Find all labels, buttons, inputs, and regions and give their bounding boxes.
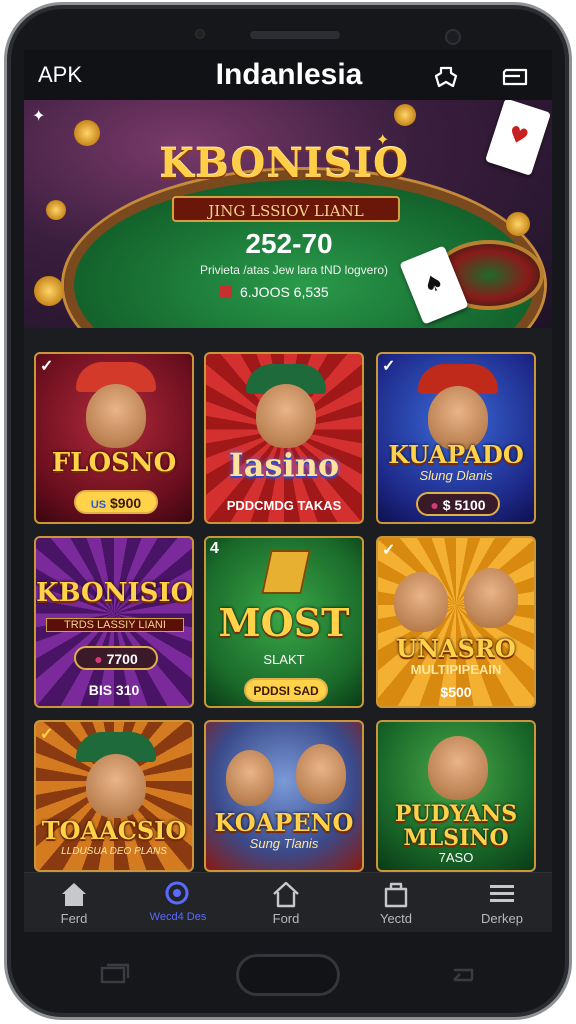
playing-card-art: ♥ xyxy=(484,100,552,176)
banner-number: 252-70 xyxy=(245,228,333,259)
banner-subtitle: Privieta /atas Jew lara tND logvero) xyxy=(199,263,389,277)
checkmark-icon: ✓ xyxy=(40,358,54,375)
home-outline-icon xyxy=(273,881,299,908)
recent-apps-icon xyxy=(100,963,130,984)
game-ribbon: LLDUSUA DEO PLANS xyxy=(61,846,167,857)
home-icon xyxy=(62,883,86,906)
checkmark-icon: ✓ xyxy=(382,358,396,375)
currency-icon: US xyxy=(90,499,107,511)
nav-bag[interactable]: Yectd xyxy=(346,873,446,932)
back-icon xyxy=(453,968,474,982)
game-tile[interactable]: ✓ KUAPADO Slung Dlanis ● $ 5100 xyxy=(376,352,536,524)
play-button[interactable]: ● 7700 xyxy=(74,646,158,670)
earpiece xyxy=(250,31,340,39)
nav-label: Ford xyxy=(272,911,300,926)
chip-art xyxy=(34,276,64,306)
wallet-icon[interactable] xyxy=(500,64,528,90)
flag-art xyxy=(261,550,311,594)
character-art xyxy=(296,744,346,804)
back-button[interactable] xyxy=(444,962,478,991)
game-tile[interactable]: ✓ TOAACSIO LLDUSUA DEO PLANS xyxy=(34,720,194,872)
game-tile[interactable]: KOAPENO Sung Tlanis xyxy=(204,720,364,872)
gem-icon: ● xyxy=(94,651,103,667)
nav-search[interactable]: Wecd4 Des xyxy=(128,873,228,932)
bottom-nav: Ferd Wecd4 Des Ford Yectd Derkep xyxy=(24,872,552,932)
front-camera xyxy=(445,29,461,45)
character-art xyxy=(226,750,274,806)
gem-icon: ● xyxy=(430,497,439,513)
play-button[interactable]: ● $ 5100 xyxy=(416,492,500,516)
checkmark-icon: ✓ xyxy=(382,542,396,559)
play-button-label: 7700 xyxy=(106,651,138,667)
game-title: UNASRO xyxy=(396,634,516,663)
game-title: FLOSNO xyxy=(51,448,177,478)
recent-apps-button[interactable] xyxy=(98,962,132,991)
game-title: Iasino xyxy=(228,446,340,484)
game-footer: BIS 310 xyxy=(88,682,140,698)
character-art xyxy=(86,384,146,448)
play-button[interactable]: US $900 xyxy=(74,490,158,514)
nav-home-outline[interactable]: Ford xyxy=(236,873,336,932)
nav-home[interactable]: Ferd xyxy=(24,873,124,932)
play-button-label: $900 xyxy=(110,495,142,511)
game-subtitle: Sung Tlanis xyxy=(249,836,319,851)
game-ribbon: MULTIPIPEAIN xyxy=(410,662,502,677)
notification-icon[interactable] xyxy=(432,64,460,90)
chip-art xyxy=(394,104,416,126)
menu-icon xyxy=(490,885,514,902)
promo-banner[interactable]: ♥ ♠ ✦ ✦ KBONISIO JING LSSIOV LIANL 252-7… xyxy=(24,100,552,328)
search-icon xyxy=(165,881,189,905)
character-art xyxy=(86,754,146,818)
chip-art xyxy=(74,120,100,146)
game-footer: PDDCMDG TAKAS xyxy=(226,498,342,513)
chip-art xyxy=(46,200,66,220)
character-art xyxy=(428,736,488,800)
nav-label: Wecd4 Des xyxy=(149,911,207,923)
nav-label: Derkep xyxy=(481,911,523,926)
banner-footer: 6.JOOS 6,535 xyxy=(220,284,329,300)
nav-label: Ferd xyxy=(60,911,88,926)
game-subtitle: Slung Dlanis xyxy=(419,468,493,483)
character-art xyxy=(464,568,518,628)
game-title: TOAACSIO xyxy=(41,816,187,845)
flag-icon xyxy=(220,286,232,298)
game-grid: ✓ FLOSNO US $900 Iasino PDDCMDG TAKAS ✓ … xyxy=(24,328,552,872)
top-bar: APK Indanlesia xyxy=(24,50,552,100)
character-art xyxy=(256,384,316,448)
game-title: MOST xyxy=(218,600,350,645)
chip-art xyxy=(506,212,530,236)
banner-title: KBONISIO xyxy=(159,140,409,187)
game-subtitle: 7ASO xyxy=(438,850,474,865)
banner-footer-text: 6.JOOS 6,535 xyxy=(240,284,329,300)
character-art xyxy=(394,572,448,632)
game-tile[interactable]: Iasino PDDCMDG TAKAS xyxy=(204,352,364,524)
game-footer: $500 xyxy=(440,684,472,700)
apk-label[interactable]: APK xyxy=(38,62,82,88)
banner-ribbon: JING LSSIOV LIANL xyxy=(172,196,400,222)
app-title: Indanlesia xyxy=(215,58,363,91)
game-title: KOAPENO xyxy=(214,808,354,837)
game-badge: 4 xyxy=(210,540,219,557)
game-tile[interactable]: ✓ UNASRO MULTIPIPEAIN $500 xyxy=(376,536,536,708)
game-tile[interactable]: KBONISIO TRDS LASSIY LIANI ● 7700 BIS 31… xyxy=(34,536,194,708)
home-button[interactable] xyxy=(236,954,340,996)
game-title: KUAPADO xyxy=(388,440,524,469)
game-ribbon: TRDS LASSIY LIANI xyxy=(46,618,184,632)
game-title: KBONISIO xyxy=(36,578,194,608)
app-screen: APK Indanlesia ♥ ♠ ✦ ✦ KBONISIO JING LSS… xyxy=(24,50,552,932)
game-subtitle: SLAKT xyxy=(263,652,305,667)
game-tile[interactable]: ✓ FLOSNO US $900 xyxy=(34,352,194,524)
sensor xyxy=(195,29,205,39)
bag-icon xyxy=(384,882,408,908)
nav-menu[interactable]: Derkep xyxy=(452,873,552,932)
play-button[interactable]: PDDSI SAD xyxy=(244,678,328,702)
game-tile[interactable]: 4 MOST SLAKT PDDSI SAD xyxy=(204,536,364,708)
play-button-label: $ 5100 xyxy=(442,497,486,513)
game-tile[interactable]: PUDYANS MLSINO 7ASO xyxy=(376,720,536,872)
checkmark-icon: ✓ xyxy=(40,726,54,743)
sparkle-icon: ✦ xyxy=(32,108,46,125)
game-title: PUDYANS MLSINO xyxy=(394,801,518,851)
nav-label: Yectd xyxy=(379,911,413,926)
